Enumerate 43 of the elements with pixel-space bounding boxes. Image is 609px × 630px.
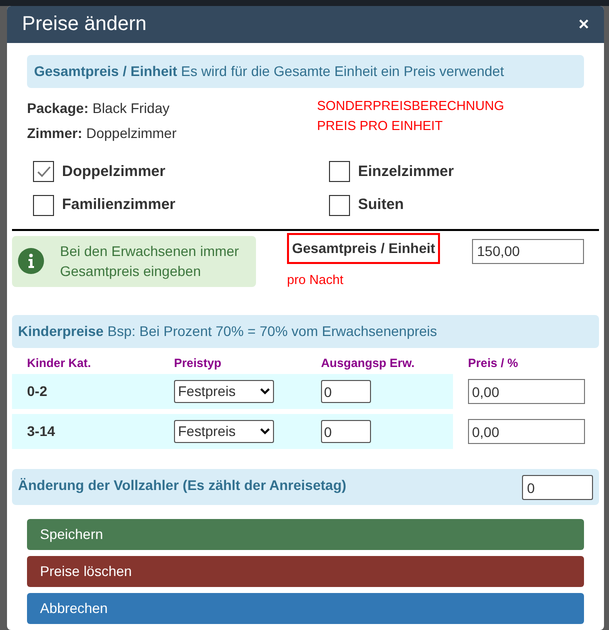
detail-label: Package: (27, 98, 88, 118)
info-banner: Gesamtpreis / Einheit Es wird für die Gesamte Einheit ein Preis verwendet (27, 54, 584, 88)
info-icon (18, 248, 44, 274)
detail-value: Doppelzimmer (86, 124, 176, 143)
close-button[interactable]: × (578, 15, 589, 34)
room-label: Suiten (358, 195, 404, 216)
base-price-field[interactable]: 0 (321, 420, 371, 444)
table-cell-text: 3-14 (27, 422, 56, 442)
detail-value: Black Friday (92, 98, 170, 118)
hint-text: Bei den Erwachsenen immer Gesamtpreis eingeben (60, 242, 240, 282)
price-type-select[interactable]: Festpreis (174, 380, 274, 404)
checkbox[interactable] (329, 161, 350, 182)
checkmark-icon (36, 164, 52, 180)
total-price-field[interactable]: 150,00 (472, 238, 584, 264)
detail-label: Zimmer: (27, 124, 82, 143)
child-price-field[interactable]: 0,00 (468, 419, 585, 444)
notice-text: PREIS PRO EINHEIT (317, 116, 444, 135)
total-price-label: Gesamtpreis / Einheit (287, 232, 440, 264)
per-night-note: pro Nacht (287, 270, 344, 289)
checkbox[interactable] (33, 194, 54, 216)
notice-text: SONDERPREISBERECHNUNG (317, 96, 504, 115)
full-payers-field[interactable]: 0 (522, 475, 593, 500)
dialog-title: Preise ändern (22, 12, 147, 38)
room-label: Familienzimmer (62, 195, 176, 216)
table-cell-text: 0-2 (27, 382, 48, 402)
children-banner: Kinderpreise Bsp: Bei Prozent 70% = 70% vom Erwachsenenpreis (12, 315, 599, 348)
chevron-down-icon (260, 388, 270, 396)
column-header: Preis / % (468, 355, 520, 372)
full-payers-label: Änderung der Vollzahler (Es zählt der Anreisetag) (18, 476, 346, 496)
action-button[interactable]: Abbrechen (27, 593, 584, 624)
chevron-down-icon (260, 428, 270, 436)
base-price-field[interactable]: 0 (321, 380, 371, 404)
checkbox[interactable] (329, 194, 350, 216)
column-header: Kinder Kat. (27, 355, 92, 372)
action-button[interactable]: Speichern (27, 519, 584, 550)
column-header: Ausgangsp Erw. (321, 355, 416, 372)
room-label: Einzelzimmer (358, 162, 454, 182)
room-label: Doppelzimmer (62, 162, 166, 182)
price-type-select[interactable]: Festpreis (174, 420, 274, 444)
column-header: Preistyp (174, 355, 222, 372)
checkbox[interactable] (33, 161, 54, 182)
child-price-field[interactable]: 0,00 (468, 379, 585, 404)
action-button[interactable]: Preise löschen (27, 556, 584, 587)
